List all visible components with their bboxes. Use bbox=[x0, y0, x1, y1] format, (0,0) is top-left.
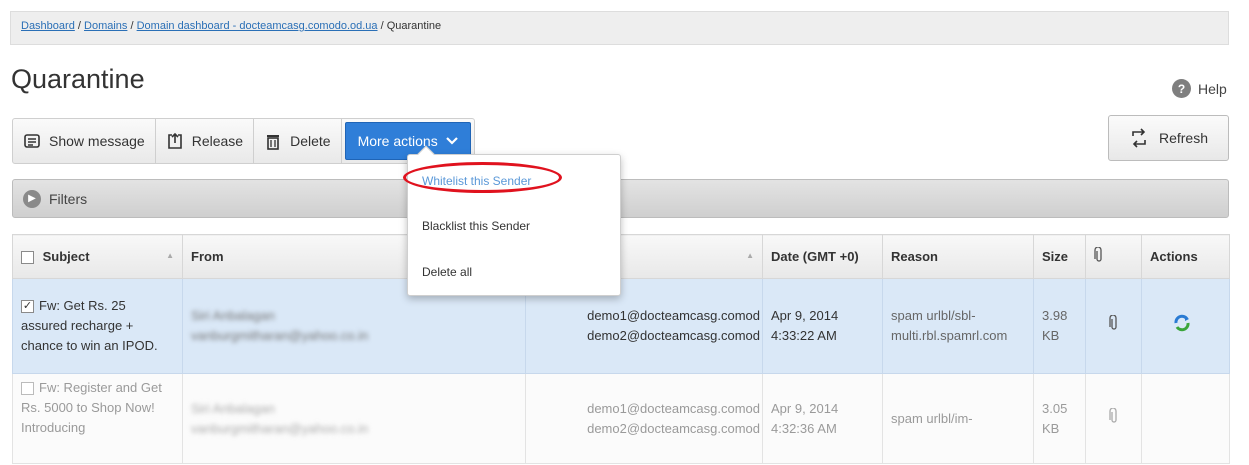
reason-cell: spam urlbl/sbl-multi.rbl.spamrl.com bbox=[882, 278, 1034, 374]
subject-cell: ✓ Fw: Get Rs. 25 assured recharge + chanc… bbox=[12, 278, 183, 374]
breadcrumb: Dashboard / Domains / Domain dashboard -… bbox=[10, 11, 1229, 45]
date-time: 4:32:36 AM bbox=[771, 420, 837, 436]
date-cell: Apr 9, 2014 4:33:22 AM bbox=[762, 278, 883, 374]
select-all-checkbox[interactable] bbox=[21, 251, 34, 265]
date-day: Apr 9, 2014 bbox=[771, 308, 839, 323]
to-address-1: demo1@docteamcasg.comod bbox=[587, 308, 760, 323]
row-checkbox[interactable]: ✓ bbox=[21, 300, 34, 314]
page-title: Quarantine bbox=[11, 64, 145, 94]
from-email: vanburgmitharan@yahoo.co.in bbox=[191, 420, 369, 436]
from-email: vanburgmitharan@yahoo.co.in bbox=[191, 328, 369, 343]
from-header-label: From bbox=[191, 249, 224, 264]
help-link[interactable]: ? Help bbox=[1172, 79, 1227, 98]
chevron-right-icon: ▶ bbox=[23, 189, 41, 208]
date-header-label: Date (GMT +0) bbox=[771, 249, 859, 264]
to-address-1: demo1@docteamcasg.comod bbox=[587, 400, 760, 416]
breadcrumb-current: Quarantine bbox=[386, 20, 442, 32]
show-message-label: Show message bbox=[49, 133, 145, 149]
subject-header-label: Subject bbox=[42, 248, 90, 264]
attachment-cell bbox=[1085, 278, 1142, 374]
help-icon: ? bbox=[1172, 79, 1191, 98]
subject-cell: Fw: Register and Get Rs. 5000 to Shop No… bbox=[12, 373, 183, 464]
attachment-cell bbox=[1085, 373, 1142, 464]
release-button[interactable]: Release bbox=[156, 119, 255, 163]
highlight-oval bbox=[403, 162, 562, 193]
table-row[interactable]: ✓ Fw: Get Rs. 25 assured recharge + chanc… bbox=[12, 278, 1230, 374]
show-message-button[interactable]: Show message bbox=[13, 119, 156, 163]
breadcrumb-separator: / bbox=[130, 20, 134, 32]
refresh-icon bbox=[1132, 128, 1146, 148]
paperclip-icon bbox=[1108, 406, 1117, 423]
column-header-actions: Actions bbox=[1141, 234, 1230, 279]
size-cell: 3.05 KB bbox=[1033, 373, 1086, 464]
breadcrumb-link-dashboard[interactable]: Dashboard bbox=[21, 20, 75, 32]
release-action-icon[interactable] bbox=[1172, 313, 1192, 333]
actions-cell bbox=[1141, 278, 1230, 374]
release-icon bbox=[167, 132, 182, 149]
date-day: Apr 9, 2014 bbox=[771, 400, 839, 416]
delete-label: Delete bbox=[290, 133, 331, 149]
help-label: Help bbox=[1198, 80, 1227, 97]
filters-label: Filters bbox=[49, 190, 88, 207]
table-row[interactable]: Fw: Register and Get Rs. 5000 to Shop No… bbox=[12, 373, 1230, 464]
refresh-label: Refresh bbox=[1158, 130, 1209, 146]
subject-text: Fw: Get Rs. 25 assured recharge + chance… bbox=[21, 298, 158, 353]
breadcrumb-separator: / bbox=[77, 20, 81, 32]
sort-icon: ▲ bbox=[746, 251, 754, 260]
breadcrumb-separator: / bbox=[380, 20, 384, 32]
date-cell: Apr 9, 2014 4:32:36 AM bbox=[762, 373, 883, 464]
subject-text: Fw: Register and Get Rs. 5000 to Shop No… bbox=[21, 380, 162, 435]
breadcrumb-link-domain-dashboard[interactable]: Domain dashboard - docteamcasg.comodo.od… bbox=[137, 20, 378, 32]
quarantine-table: Subject ▲ From ▲ Date (GMT +0) Reason Si… bbox=[12, 234, 1230, 464]
paperclip-icon bbox=[1094, 246, 1102, 262]
column-header-size[interactable]: Size bbox=[1033, 234, 1086, 279]
sort-icon: ▲ bbox=[166, 251, 174, 260]
refresh-button[interactable]: Refresh bbox=[1108, 115, 1229, 161]
to-address-2: demo2@docteamcasg.comod bbox=[587, 328, 760, 343]
to-address-2: demo2@docteamcasg.comod bbox=[587, 420, 760, 436]
actions-cell bbox=[1141, 373, 1230, 464]
chevron-down-icon bbox=[445, 137, 458, 145]
table-header-row: Subject ▲ From ▲ Date (GMT +0) Reason Si… bbox=[12, 234, 1230, 279]
size-header-label: Size bbox=[1042, 249, 1069, 264]
row-checkbox[interactable] bbox=[21, 382, 34, 396]
reason-header-label: Reason bbox=[891, 249, 938, 264]
delete-button[interactable]: Delete bbox=[254, 119, 342, 163]
reason-cell: spam urlbl/im- bbox=[882, 373, 1034, 464]
action-toolbar: Show message Release Delete More actions bbox=[12, 118, 475, 164]
from-name: Siri Anbalagan bbox=[191, 400, 275, 416]
release-label: Release bbox=[191, 133, 244, 149]
column-header-reason[interactable]: Reason bbox=[882, 234, 1034, 279]
paperclip-icon bbox=[1108, 314, 1117, 330]
message-icon bbox=[24, 134, 40, 148]
from-name: Siri Anbalagan bbox=[191, 308, 275, 323]
size-cell: 3.98 KB bbox=[1033, 278, 1086, 374]
to-cell: demo1@docteamcasg.comod demo2@docteamcas… bbox=[525, 373, 763, 464]
column-header-subject[interactable]: Subject ▲ bbox=[12, 234, 183, 279]
column-header-attachment[interactable] bbox=[1085, 234, 1142, 279]
date-time: 4:33:22 AM bbox=[771, 328, 837, 343]
actions-header-label: Actions bbox=[1150, 249, 1198, 264]
from-cell: Siri Anbalagan vanburgmitharan@yahoo.co.… bbox=[182, 373, 526, 464]
trash-icon bbox=[267, 135, 280, 150]
breadcrumb-link-domains[interactable]: Domains bbox=[84, 20, 127, 32]
column-header-date[interactable]: Date (GMT +0) bbox=[762, 234, 883, 279]
menu-item-delete-all[interactable]: Delete all bbox=[422, 265, 472, 279]
menu-item-blacklist-sender[interactable]: Blacklist this Sender bbox=[422, 219, 530, 233]
